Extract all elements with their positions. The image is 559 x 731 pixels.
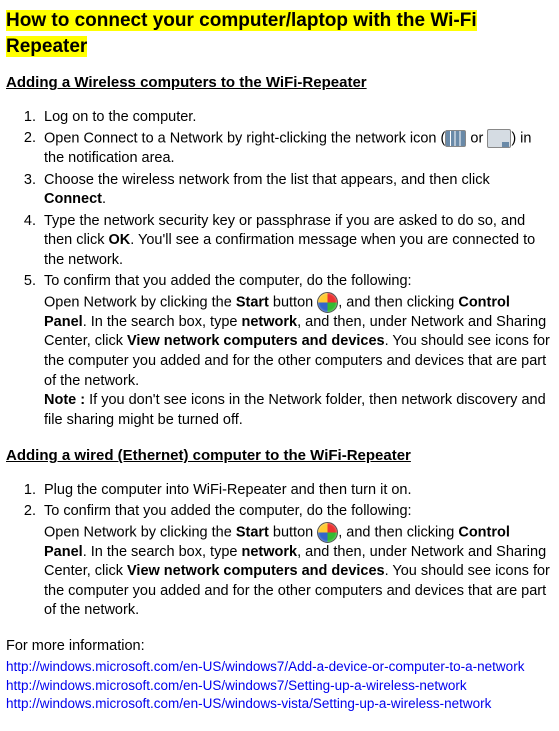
step-text: , and then clicking: [338, 294, 458, 310]
windows-start-icon: [317, 292, 338, 313]
section-heading-wired: Adding a wired (Ethernet) computer to th…: [6, 446, 553, 466]
ok-label: OK: [108, 232, 130, 248]
title-highlight-1: How to connect your computer/laptop with…: [6, 10, 477, 31]
step-text: Log on to the computer.: [44, 109, 196, 125]
list-item: To confirm that you added the computer, …: [40, 272, 553, 430]
windows-start-icon: [317, 522, 338, 543]
signal-bars-icon: [445, 130, 466, 147]
step-text: Open Connect to a Network by right-click…: [44, 130, 445, 146]
step-text: button: [269, 294, 317, 310]
link-vista-wireless[interactable]: http://windows.microsoft.com/en-US/windo…: [6, 695, 553, 713]
step-text: button: [269, 524, 317, 540]
link-add-device[interactable]: http://windows.microsoft.com/en-US/windo…: [6, 658, 553, 676]
note-text: If you don't see icons in the Network fo…: [44, 392, 546, 428]
start-label: Start: [236, 524, 269, 540]
list-item: Type the network security key or passphr…: [40, 212, 553, 271]
more-info-label: For more information:: [6, 637, 553, 657]
step-text: Open Network by clicking the: [44, 294, 236, 310]
step-text: To confirm that you added the computer, …: [44, 503, 412, 519]
page-title: How to connect your computer/laptop with…: [6, 8, 553, 59]
step-text: . In the search box, type: [83, 544, 242, 560]
list-item: Plug the computer into WiFi-Repeater and…: [40, 481, 553, 501]
step-text: .: [102, 191, 106, 207]
link-win7-wireless[interactable]: http://windows.microsoft.com/en-US/windo…: [6, 677, 553, 695]
connect-label: Connect: [44, 191, 102, 207]
network-tray-icon: [487, 129, 511, 148]
links-block: http://windows.microsoft.com/en-US/windo…: [6, 658, 553, 713]
step-text: , and then clicking: [338, 524, 458, 540]
wired-steps: Plug the computer into WiFi-Repeater and…: [6, 481, 553, 621]
step-text: Plug the computer into WiFi-Repeater and…: [44, 482, 412, 498]
step-text: Choose the wireless network from the lis…: [44, 172, 490, 188]
step-text: or: [466, 130, 487, 146]
network-label: network: [241, 314, 297, 330]
step-text: To confirm that you added the computer, …: [44, 273, 412, 289]
view-devices-label: View network computers and devices: [127, 563, 385, 579]
view-devices-label: View network computers and devices: [127, 333, 385, 349]
list-item: Choose the wireless network from the lis…: [40, 171, 553, 210]
list-item: Open Connect to a Network by right-click…: [40, 129, 553, 168]
step-text: . In the search box, type: [83, 314, 242, 330]
list-item: To confirm that you added the computer, …: [40, 502, 553, 621]
note-label: Note :: [44, 392, 89, 408]
network-label: network: [241, 544, 297, 560]
wireless-steps: Log on to the computer. Open Connect to …: [6, 108, 553, 431]
start-label: Start: [236, 294, 269, 310]
step-text: Open Network by clicking the: [44, 524, 236, 540]
title-highlight-2: Repeater: [6, 36, 87, 57]
section-heading-wireless: Adding a Wireless computers to the WiFi-…: [6, 73, 553, 93]
list-item: Log on to the computer.: [40, 108, 553, 128]
